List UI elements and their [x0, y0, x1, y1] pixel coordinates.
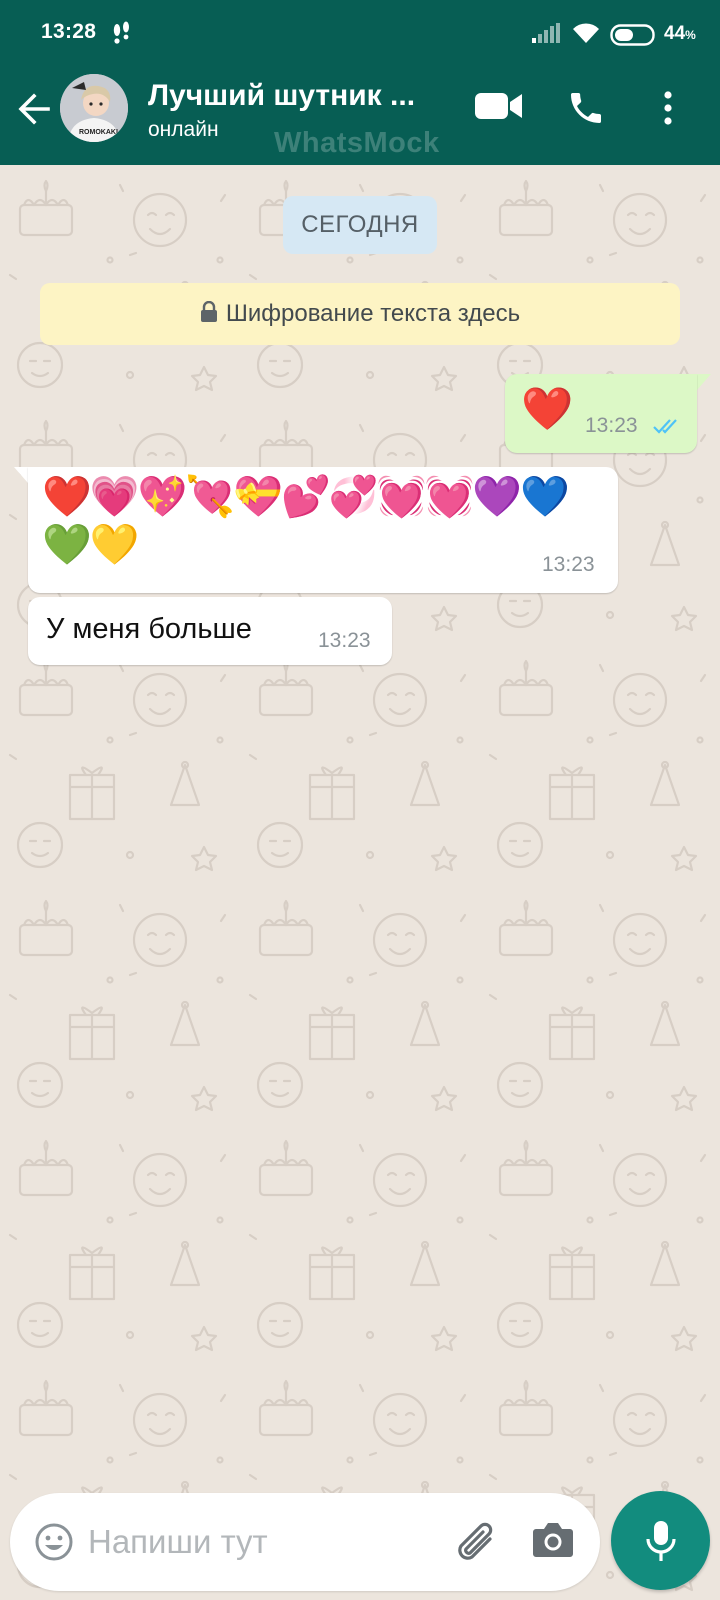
svg-text:ROMOKAKI: ROMOKAKI — [79, 129, 118, 136]
steps-icon — [110, 21, 132, 52]
message-incoming[interactable]: ❤️💗💖💘💝💕💞💓💓💜💙💚💛 13:23 — [28, 467, 618, 593]
encryption-notice[interactable]: Шифрование текста здесь — [40, 283, 680, 345]
message-outgoing[interactable]: ❤️ 13:23 — [505, 374, 697, 453]
phone-icon — [571, 93, 601, 123]
date-separator: СЕГОДНЯ — [283, 196, 437, 254]
microphone-icon — [646, 1521, 676, 1561]
encryption-notice-text: Шифрование текста здесь — [225, 300, 521, 327]
message-time: 13:23 — [318, 629, 371, 652]
voice-record-button[interactable] — [611, 1491, 710, 1590]
chat-header: ROMOKAKI Лучший шутник ... онлайн WhatsM… — [0, 55, 720, 165]
more-options-button[interactable] — [662, 90, 674, 131]
battery-percent: 44% — [664, 23, 696, 44]
back-button[interactable] — [14, 89, 54, 129]
wifi-icon — [571, 21, 601, 50]
contact-name[interactable]: Лучший шутник ... — [148, 79, 415, 113]
video-call-button[interactable] — [474, 91, 524, 126]
emoji-button[interactable] — [34, 1522, 74, 1567]
more-vert-icon — [664, 91, 672, 125]
message-text: ❤️💗💖💘💝💕💞💓💓💜💙💚💛 — [42, 475, 570, 567]
compose-bar — [10, 1493, 600, 1591]
camera-icon — [533, 1523, 573, 1557]
message-text: У меня больше — [46, 613, 252, 645]
message-input[interactable] — [88, 1515, 428, 1569]
chat-area[interactable]: СЕГОДНЯ Шифрование текста здесь ❤️ 13:23… — [0, 165, 720, 1600]
attach-button[interactable] — [454, 1519, 502, 1570]
contact-avatar[interactable]: ROMOKAKI — [60, 74, 128, 142]
status-time: 13:28 — [41, 20, 97, 43]
lock-icon — [200, 285, 218, 347]
smiley-icon — [35, 1523, 73, 1561]
message-time: 13:23 — [542, 553, 595, 576]
message-incoming[interactable]: У меня больше 13:23 — [28, 597, 392, 665]
bubble-tail — [697, 374, 711, 390]
contact-status: онлайн — [148, 118, 219, 141]
status-bar: 13:28 44% — [0, 0, 720, 55]
voice-call-button[interactable] — [566, 88, 606, 133]
battery-icon — [610, 24, 658, 51]
double-check-icon — [653, 417, 681, 440]
camera-button[interactable] — [532, 1521, 574, 1564]
message-time: 13:23 — [585, 414, 638, 437]
signal-icon — [532, 23, 560, 48]
arrow-left-icon — [18, 93, 50, 125]
watermark: WhatsMock — [274, 127, 440, 159]
paperclip-icon — [458, 1522, 493, 1560]
message-text: ❤️ — [521, 385, 574, 432]
bubble-tail — [14, 467, 28, 483]
video-icon — [475, 93, 522, 119]
